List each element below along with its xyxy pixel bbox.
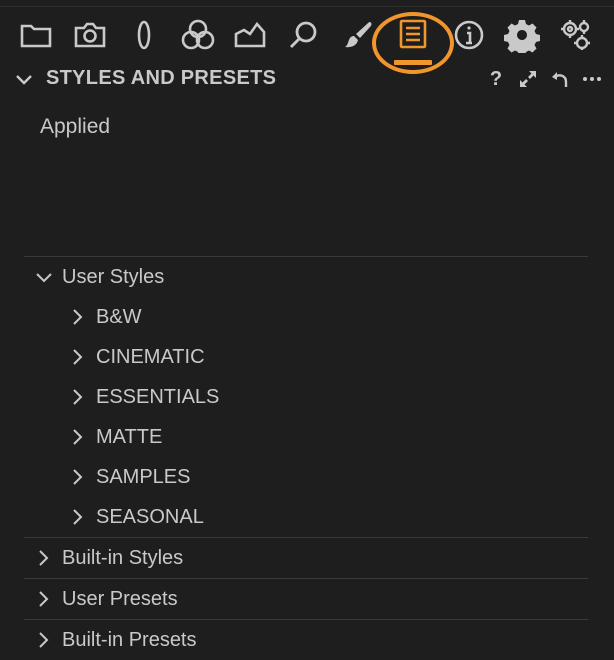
- chevron-right-icon: [39, 591, 49, 607]
- chevron-right-icon: [39, 632, 49, 648]
- tree-item-label: Built-in Presets: [62, 628, 197, 651]
- tree-item-matte[interactable]: MATTE: [24, 417, 588, 457]
- top-border: [0, 0, 614, 7]
- styles-icon: [399, 19, 427, 49]
- folder-icon: [20, 24, 52, 48]
- camera-icon: [74, 22, 106, 48]
- chevron-right-icon: [73, 349, 83, 365]
- tree-item-label: Built-in Styles: [62, 546, 184, 569]
- tree-item-essentials[interactable]: ESSENTIALS: [24, 377, 588, 417]
- tree-item-label: ESSENTIALS: [96, 385, 220, 408]
- styles-tree: User Styles B&W CINEMATIC ESSENTIALS MAT…: [24, 256, 588, 660]
- panel-header-actions: ?: [486, 68, 602, 90]
- tree-item-label: User Styles: [62, 265, 165, 288]
- gear-icon: [504, 20, 540, 53]
- tree-item-bw[interactable]: B&W: [24, 297, 588, 337]
- applied-label: Applied: [40, 115, 111, 138]
- panel-header[interactable]: STYLES AND PRESETS ?: [0, 64, 614, 94]
- tab-adjustments[interactable]: [338, 14, 378, 56]
- tree-item-built-in-styles[interactable]: Built-in Styles: [24, 537, 588, 578]
- tab-color[interactable]: [178, 14, 218, 56]
- tree-item-label: B&W: [96, 305, 142, 328]
- tree-item-label: MATTE: [96, 425, 163, 448]
- tree-item-samples[interactable]: SAMPLES: [24, 457, 588, 497]
- panel-title: STYLES AND PRESETS: [46, 67, 277, 89]
- chevron-down-icon[interactable]: [14, 70, 34, 90]
- tree-item-user-styles[interactable]: User Styles: [24, 256, 588, 297]
- gears-icon: [561, 20, 590, 50]
- reset-icon[interactable]: [550, 68, 570, 90]
- more-options-icon[interactable]: [582, 68, 602, 90]
- chevron-right-icon: [73, 389, 83, 405]
- help-icon[interactable]: ?: [486, 68, 506, 90]
- chevron-right-icon: [73, 509, 83, 525]
- expand-icon[interactable]: [518, 68, 538, 90]
- tab-settings[interactable]: [556, 14, 596, 56]
- tree-item-user-presets[interactable]: User Presets: [24, 578, 588, 619]
- tree-item-seasonal[interactable]: SEASONAL: [24, 497, 588, 537]
- chevron-right-icon: [73, 469, 83, 485]
- color-circles-icon: [181, 19, 215, 50]
- brush-icon: [345, 22, 372, 48]
- tree-item-label: SAMPLES: [96, 465, 191, 488]
- lens-icon: [137, 20, 151, 50]
- chevron-right-icon: [73, 429, 83, 445]
- chevron-down-icon: [36, 273, 52, 283]
- tree-item-label: SEASONAL: [96, 505, 204, 528]
- magnifier-icon: [290, 21, 317, 48]
- tab-capture[interactable]: [70, 14, 110, 56]
- exposure-icon: [234, 21, 266, 48]
- tool-tabs-toolbar: [0, 8, 614, 74]
- tab-styles[interactable]: [393, 14, 433, 56]
- tab-exposure[interactable]: [230, 14, 270, 56]
- tree-item-built-in-presets[interactable]: Built-in Presets: [24, 619, 588, 660]
- tree-item-label: User Presets: [62, 587, 178, 610]
- tab-library[interactable]: [16, 14, 56, 56]
- tree-item-label: CINEMATIC: [96, 345, 205, 368]
- tab-output[interactable]: [502, 14, 542, 56]
- tree-item-cinematic[interactable]: CINEMATIC: [24, 337, 588, 377]
- tab-lens[interactable]: [124, 14, 164, 56]
- chevron-right-icon: [73, 309, 83, 325]
- tab-metadata[interactable]: [449, 14, 489, 56]
- tab-details[interactable]: [284, 14, 324, 56]
- info-icon: [454, 20, 484, 50]
- chevron-right-icon: [39, 550, 49, 566]
